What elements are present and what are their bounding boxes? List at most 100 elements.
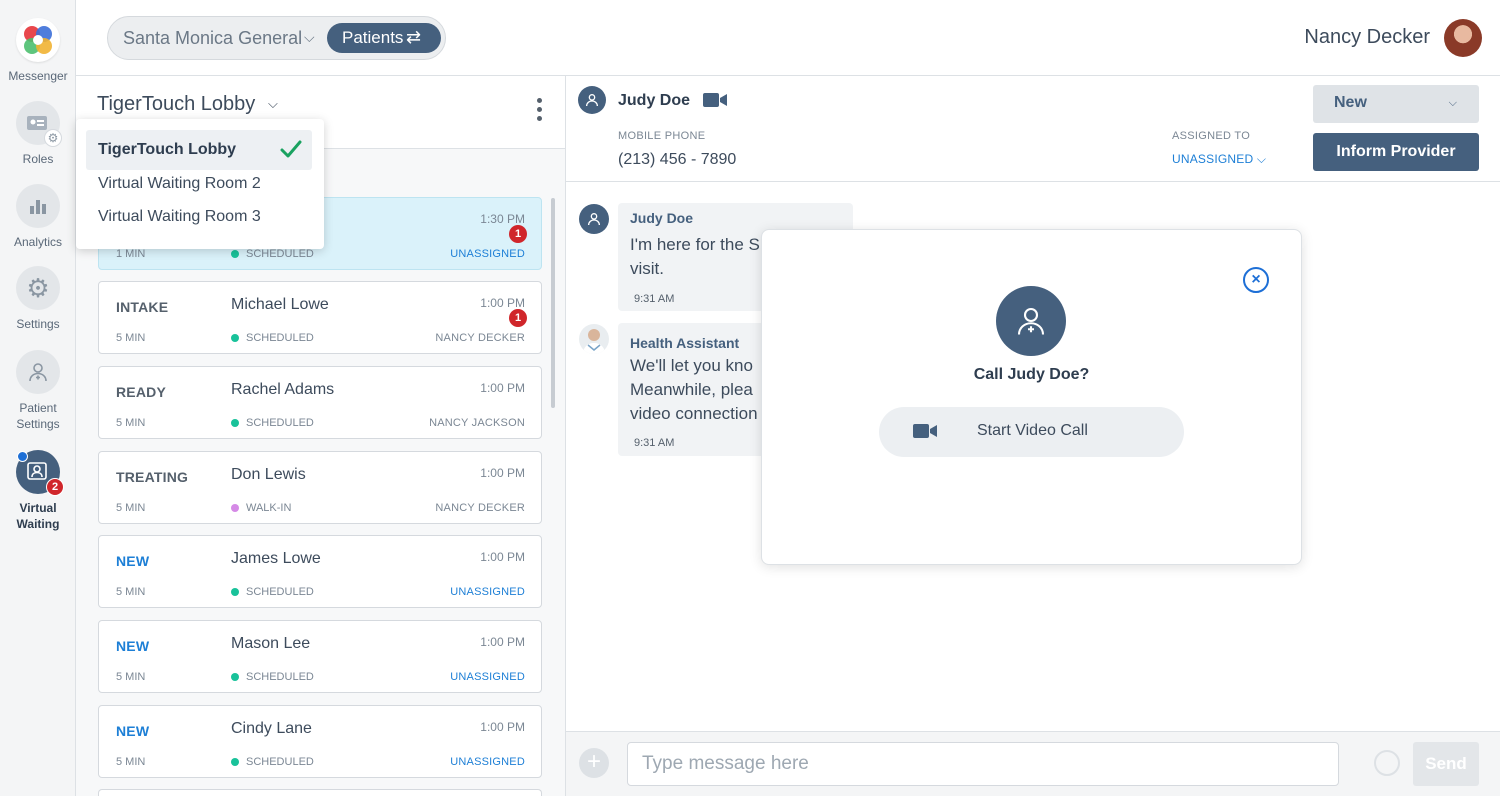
card-time: 1:00 PM — [480, 635, 525, 649]
emoji-icon[interactable] — [1374, 750, 1400, 776]
card-patient-name: Michael Lowe — [231, 296, 329, 313]
card-stage: NEW — [116, 553, 150, 569]
assignee-value: UNASSIGNED — [1172, 152, 1254, 166]
status-dot — [231, 419, 239, 427]
patient-avatar-icon — [579, 204, 609, 234]
dropdown-item-virtual-waiting-room-3[interactable]: Virtual Waiting Room 3 — [86, 197, 312, 237]
lobby-selector[interactable]: TigerTouch Lobby — [97, 93, 255, 116]
status-dot — [231, 588, 239, 596]
modal-title: Call Judy Doe? — [973, 366, 1090, 383]
card-duration: 5 MIN — [116, 671, 146, 683]
person-add-icon — [996, 286, 1066, 356]
card-patient-name: James Lowe — [231, 550, 321, 567]
card-assignee: UNASSIGNED — [450, 586, 525, 598]
card-visit-type: SCHEDULED — [231, 417, 314, 429]
attach-plus-icon[interactable]: + — [579, 748, 609, 778]
close-icon[interactable]: × — [1243, 267, 1269, 293]
card-visit-type: SCHEDULED — [231, 586, 314, 598]
message-composer: + Send — [566, 731, 1500, 796]
dropdown-item-label: Virtual Waiting Room 2 — [98, 175, 261, 192]
dropdown-item-label: Virtual Waiting Room 3 — [98, 208, 261, 225]
card-visit-type: SCHEDULED — [231, 756, 314, 768]
card-assignee: NANCY DECKER — [435, 502, 525, 514]
rail-item-roles[interactable]: ⚙ Roles — [0, 101, 76, 167]
card-stage: NEW — [116, 638, 150, 654]
start-video-call-button[interactable]: Start Video Call — [879, 407, 1184, 457]
dropdown-item-label: TigerTouch Lobby — [98, 141, 237, 158]
patient-card[interactable]: NEW Cindy Lane 1:00 PM 5 MIN SCHEDULED U… — [98, 705, 542, 778]
status-dot — [231, 250, 239, 258]
inform-provider-button[interactable]: Inform Provider — [1313, 133, 1479, 171]
more-options-icon[interactable] — [534, 98, 544, 128]
swap-arrows-icon: ⇄ — [406, 27, 422, 47]
unread-badge: 1 — [509, 309, 527, 327]
send-button[interactable]: Send — [1413, 742, 1479, 786]
chat-message: Health Assistant We'll let you kno Meanw… — [618, 323, 768, 456]
card-stage: INTAKE — [116, 299, 169, 315]
rail-item-analytics[interactable]: Analytics — [0, 184, 76, 250]
user-avatar[interactable] — [1444, 19, 1482, 57]
patient-card[interactable]: NEW James Lowe 1:00 PM 5 MIN SCHEDULED U… — [98, 535, 542, 608]
card-visit-type: SCHEDULED — [231, 671, 314, 683]
list-scrollbar[interactable] — [551, 198, 555, 408]
visit-type-label: WALK-IN — [246, 502, 292, 514]
card-visit-type: SCHEDULED — [231, 248, 314, 260]
patients-mode-button[interactable]: Patients ⇄ — [327, 23, 441, 53]
card-assignee: NANCY DECKER — [435, 332, 525, 344]
patient-card[interactable] — [98, 789, 542, 796]
unread-dot — [17, 451, 28, 462]
rail-item-virtual-waiting[interactable]: 2 Virtual Waiting — [0, 450, 76, 532]
chevron-down-icon[interactable]: ⌵ — [268, 96, 278, 112]
video-camera-icon — [913, 424, 937, 438]
user-name: Nancy Decker — [1304, 26, 1430, 48]
patient-card[interactable]: TREATING Don Lewis 1:00 PM 5 MIN WALK-IN… — [98, 451, 542, 524]
rail-item-settings[interactable]: ⚙ Settings — [0, 266, 76, 332]
settings-gear-icon: ⚙ — [16, 266, 60, 310]
chevron-down-icon: ⌵ — [1448, 97, 1457, 109]
card-assignee: UNASSIGNED — [450, 248, 525, 260]
patients-mode-label: Patients — [342, 28, 404, 47]
status-value: New — [1334, 94, 1367, 111]
message-time: 9:31 AM — [634, 437, 675, 449]
message-input[interactable] — [627, 742, 1339, 786]
person-add-icon — [16, 350, 60, 394]
rail-item-messenger[interactable]: Messenger — [0, 18, 76, 84]
visit-type-label: SCHEDULED — [246, 332, 314, 344]
message-line: I'm here for the S — [630, 235, 760, 254]
bar-chart-icon — [16, 184, 60, 228]
patient-card[interactable]: READY Rachel Adams 1:00 PM 5 MIN SCHEDUL… — [98, 366, 542, 439]
visit-type-label: SCHEDULED — [246, 586, 314, 598]
card-time: 1:00 PM — [480, 720, 525, 734]
card-visit-type: WALK-IN — [231, 502, 291, 514]
card-time: 1:00 PM — [480, 381, 525, 395]
video-camera-icon[interactable] — [703, 92, 727, 108]
lobby-dropdown-menu: TigerTouch Lobby Virtual Waiting Room 2 … — [76, 119, 324, 249]
card-duration: 5 MIN — [116, 502, 146, 514]
card-time: 1:00 PM — [480, 466, 525, 480]
gear-icon: ⚙ — [44, 129, 62, 147]
card-duration: 5 MIN — [116, 756, 146, 768]
organization-switcher[interactable]: Santa Monica General ⌵ Patients ⇄ — [107, 16, 446, 60]
health-assistant-avatar — [579, 324, 609, 354]
card-duration: 1 MIN — [116, 248, 146, 260]
message-line: Meanwhile, plea — [630, 380, 753, 399]
rail-label: Virtual Waiting — [16, 501, 60, 531]
status-select[interactable]: New ⌵ — [1313, 85, 1479, 123]
patient-avatar-icon — [578, 86, 606, 114]
rail-label: Patient Settings — [16, 401, 60, 431]
rail-label: Analytics — [13, 235, 63, 249]
patient-card[interactable]: NEW Mason Lee 1:00 PM 5 MIN SCHEDULED UN… — [98, 620, 542, 693]
patient-card[interactable]: INTAKE Michael Lowe 1:00 PM 1 5 MIN SCHE… — [98, 281, 542, 354]
visit-type-label: SCHEDULED — [246, 417, 314, 429]
card-duration: 5 MIN — [116, 417, 146, 429]
assignee-selector[interactable]: UNASSIGNED ⌵ — [1172, 152, 1266, 167]
rail-item-patient-settings[interactable]: Patient Settings — [0, 350, 76, 432]
card-assignee: UNASSIGNED — [450, 756, 525, 768]
visit-type-label: SCHEDULED — [246, 248, 314, 260]
card-patient-name: Mason Lee — [231, 635, 311, 652]
assigned-to-label: ASSIGNED TO — [1172, 130, 1251, 142]
message-time: 9:31 AM — [634, 293, 675, 305]
checkmark-icon — [280, 140, 302, 158]
organization-name: Santa Monica General — [123, 28, 303, 48]
rail-label: Roles — [22, 152, 54, 166]
